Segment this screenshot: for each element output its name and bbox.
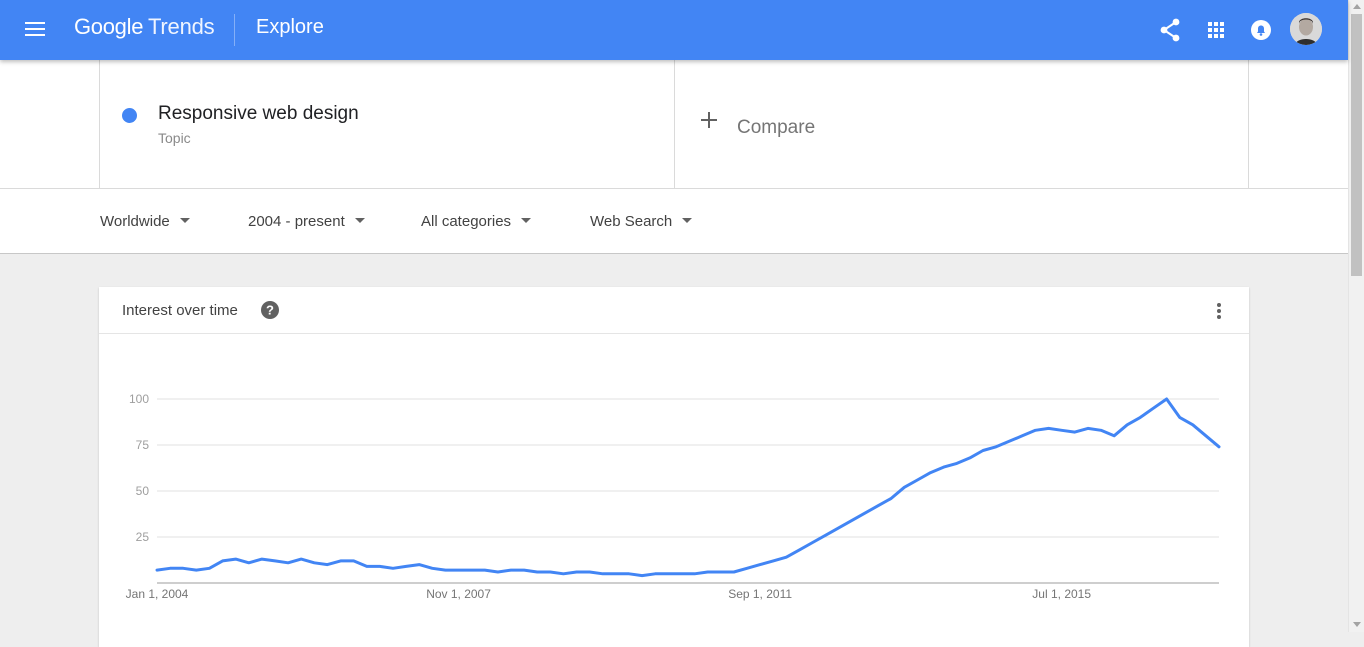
menu-icon[interactable] xyxy=(24,17,46,43)
apps-icon[interactable] xyxy=(1202,16,1230,44)
share-icon[interactable] xyxy=(1156,16,1184,44)
logo-google[interactable]: Google xyxy=(74,14,143,40)
logo-trends[interactable]: Trends xyxy=(148,14,215,40)
series-color-dot xyxy=(122,108,137,123)
app-header: Google Trends Explore xyxy=(0,0,1348,60)
category-filter-dropdown[interactable]: All categories xyxy=(421,213,532,230)
interest-over-time-card: Interest over time ? 25 50 75 100 Jan 1, 200… xyxy=(99,287,1249,647)
y-tick-label: 25 xyxy=(136,530,150,544)
time-filter-dropdown[interactable]: 2004 - present xyxy=(248,213,365,230)
search-term-name: Responsive web design xyxy=(158,103,359,124)
caret-down-icon xyxy=(179,217,190,223)
x-tick-label: Jan 1, 2004 xyxy=(126,587,189,601)
geo-filter-label: Worldwide xyxy=(100,213,170,230)
page-title: Explore xyxy=(256,16,324,38)
geo-filter-dropdown[interactable]: Worldwide xyxy=(100,213,190,230)
panel-divider xyxy=(0,188,1348,189)
compare-button[interactable]: Compare xyxy=(674,60,1249,189)
property-filter-dropdown[interactable]: Web Search xyxy=(590,213,693,230)
vertical-scrollbar[interactable] xyxy=(1348,0,1364,632)
y-tick-label: 75 xyxy=(136,438,150,452)
caret-down-icon xyxy=(521,217,532,223)
scrollbar-thumb[interactable] xyxy=(1351,14,1362,276)
caret-down-icon xyxy=(682,217,693,223)
scroll-up-icon[interactable] xyxy=(1353,4,1361,9)
interest-line-chart[interactable]: 25 50 75 100 Jan 1, 2004 Nov 1, 2007 Sep 1, 20… xyxy=(99,287,1249,632)
x-tick-label: Sep 1, 2011 xyxy=(728,587,792,601)
compare-label: Compare xyxy=(737,117,816,138)
y-tick-label: 100 xyxy=(129,392,149,406)
search-term-card[interactable]: Responsive web design Topic xyxy=(99,60,675,189)
scroll-down-icon[interactable] xyxy=(1353,622,1361,627)
search-panel: Responsive web design Topic Compare Worl… xyxy=(0,60,1348,254)
avatar[interactable] xyxy=(1290,13,1322,45)
header-divider xyxy=(234,14,235,46)
x-tick-label: Jul 1, 2015 xyxy=(1032,587,1091,601)
caret-down-icon xyxy=(354,217,365,223)
x-tick-label: Nov 1, 2007 xyxy=(426,587,491,601)
category-filter-label: All categories xyxy=(421,213,512,230)
search-term-type: Topic xyxy=(158,130,191,146)
series-line[interactable] xyxy=(155,397,1221,578)
plus-icon xyxy=(701,112,717,128)
y-tick-label: 50 xyxy=(136,484,150,498)
property-filter-label: Web Search xyxy=(590,213,673,230)
time-filter-label: 2004 - present xyxy=(248,213,345,230)
notifications-icon[interactable] xyxy=(1247,16,1275,44)
